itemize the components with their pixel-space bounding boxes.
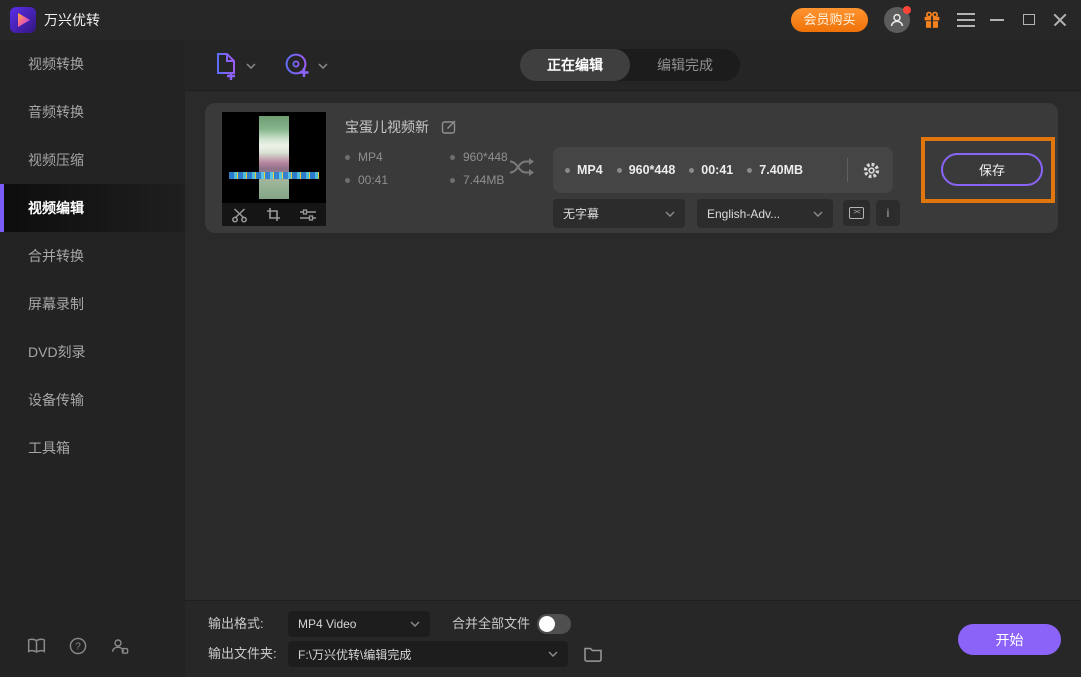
svg-text:?: ? [75,642,81,653]
help-icon[interactable]: ? [69,637,87,655]
sidebar-item-device-transfer[interactable]: 设备传输 [0,376,185,424]
add-file-icon [214,52,239,80]
subtitle-select-value: 无字幕 [563,205,599,222]
source-format: MP4 [358,150,383,164]
person-icon [889,12,905,28]
close-button[interactable] [1053,13,1067,27]
sidebar-item-dvd-burn[interactable]: DVD刻录 [0,328,185,376]
sidebar-item-toolbox[interactable]: 工具箱 [0,424,185,472]
output-size: 7.40MB [759,163,803,177]
source-metadata: MP4 960*448 00:41 7.44MB [345,150,515,187]
support-contact-icon[interactable] [110,638,129,655]
save-button[interactable]: 保存 [941,153,1043,186]
chevron-down-icon [246,63,256,69]
notification-dot [903,6,911,14]
crop-icon[interactable] [266,207,281,222]
video-file-card: 宝蛋儿视频新 MP4 960*448 00:41 7.44MB [205,103,1058,233]
output-format: MP4 [577,163,603,177]
gift-promo-icon[interactable] [922,10,942,35]
file-name: 宝蛋儿视频新 [345,117,429,137]
burned-subtitle-line [229,172,319,179]
chevron-down-icon [410,621,420,627]
output-resolution: 960*448 [629,163,676,177]
file-title-row: 宝蛋儿视频新 [345,117,457,137]
output-settings-gear-icon[interactable] [862,161,881,180]
source-size: 7.44MB [463,173,504,187]
chevron-down-icon [318,63,328,69]
minimize-button[interactable] [990,19,1004,21]
output-folder-label: 输出文件夹: [208,641,277,667]
main-toolbar: 正在编辑 编辑完成 [185,40,1081,91]
source-duration: 00:41 [358,173,388,187]
sidebar-item-video-convert[interactable]: 视频转换 [0,40,185,88]
app-logo-icon [10,7,36,33]
output-format-select-value: MP4 Video [298,617,356,631]
open-folder-icon[interactable] [583,645,603,667]
audio-track-select[interactable]: English-Adv... [697,199,833,228]
chevron-down-icon [813,211,823,217]
hamburger-menu-button[interactable] [957,13,975,27]
source-resolution: 960*448 [463,150,508,164]
sidebar-footer: ? [0,637,185,655]
tab-edit-done[interactable]: 编辑完成 [630,49,740,81]
sidebar-item-video-compress[interactable]: 视频压缩 [0,136,185,184]
sidebar: 视频转换 音频转换 视频压缩 视频编辑 合并转换 屏幕录制 DVD刻录 设备传输… [0,40,185,677]
add-file-button[interactable] [214,52,256,80]
add-disc-icon [284,52,311,79]
sidebar-item-video-edit[interactable]: 视频编辑 [0,184,185,232]
video-preview-frame [222,112,326,203]
content-area: 宝蛋儿视频新 MP4 960*448 00:41 7.44MB [185,91,1081,600]
edit-status-tabs: 正在编辑 编辑完成 [520,49,740,81]
thumbnail-toolbar [222,203,326,226]
tab-editing[interactable]: 正在编辑 [520,49,630,81]
trim-scissors-icon[interactable] [231,207,248,223]
convert-arrow-icon [508,156,536,183]
user-avatar[interactable] [884,7,910,33]
effects-adjust-icon[interactable] [299,208,317,222]
subtitle-frame-icon: >< [849,207,864,219]
rename-edit-icon[interactable] [441,119,457,135]
output-settings-summary: MP4 960*448 00:41 7.40MB [553,147,893,193]
sidebar-item-screen-record[interactable]: 屏幕录制 [0,280,185,328]
subtitle-select[interactable]: 无字幕 [553,199,685,228]
output-format-select[interactable]: MP4 Video [288,611,430,637]
output-folder-select[interactable]: F:\万兴优转\编辑完成 [288,641,568,667]
app-title: 万兴优转 [44,0,100,40]
guide-book-icon[interactable] [27,638,46,654]
uniconverter-window: 万兴优转 会员购买 视频转换 音频转换 视频压缩 视频编 [0,0,1081,677]
sidebar-item-merge-convert[interactable]: 合并转换 [0,232,185,280]
add-disc-button[interactable] [284,52,328,79]
subtitle-edit-button[interactable]: >< [843,200,870,226]
chevron-down-icon [665,211,675,217]
video-thumbnail [222,112,326,226]
bottom-bar: 输出格式: MP4 Video 合并全部文件 输出文件夹: F:\万兴优转\编辑… [185,600,1081,677]
output-folder-path: F:\万兴优转\编辑完成 [298,646,411,663]
maximize-button[interactable] [1023,14,1035,25]
merge-all-toggle[interactable] [537,614,571,634]
start-button[interactable]: 开始 [958,624,1061,655]
audio-track-value: English-Adv... [707,207,780,221]
sidebar-item-audio-convert[interactable]: 音频转换 [0,88,185,136]
chevron-down-icon [548,651,558,657]
titlebar: 万兴优转 会员购买 [0,0,1081,40]
output-duration: 00:41 [701,163,733,177]
buy-membership-button[interactable]: 会员购买 [791,8,868,32]
output-format-label: 输出格式: [208,611,264,637]
info-button[interactable]: i [876,200,900,226]
merge-all-label: 合并全部文件 [452,611,530,637]
